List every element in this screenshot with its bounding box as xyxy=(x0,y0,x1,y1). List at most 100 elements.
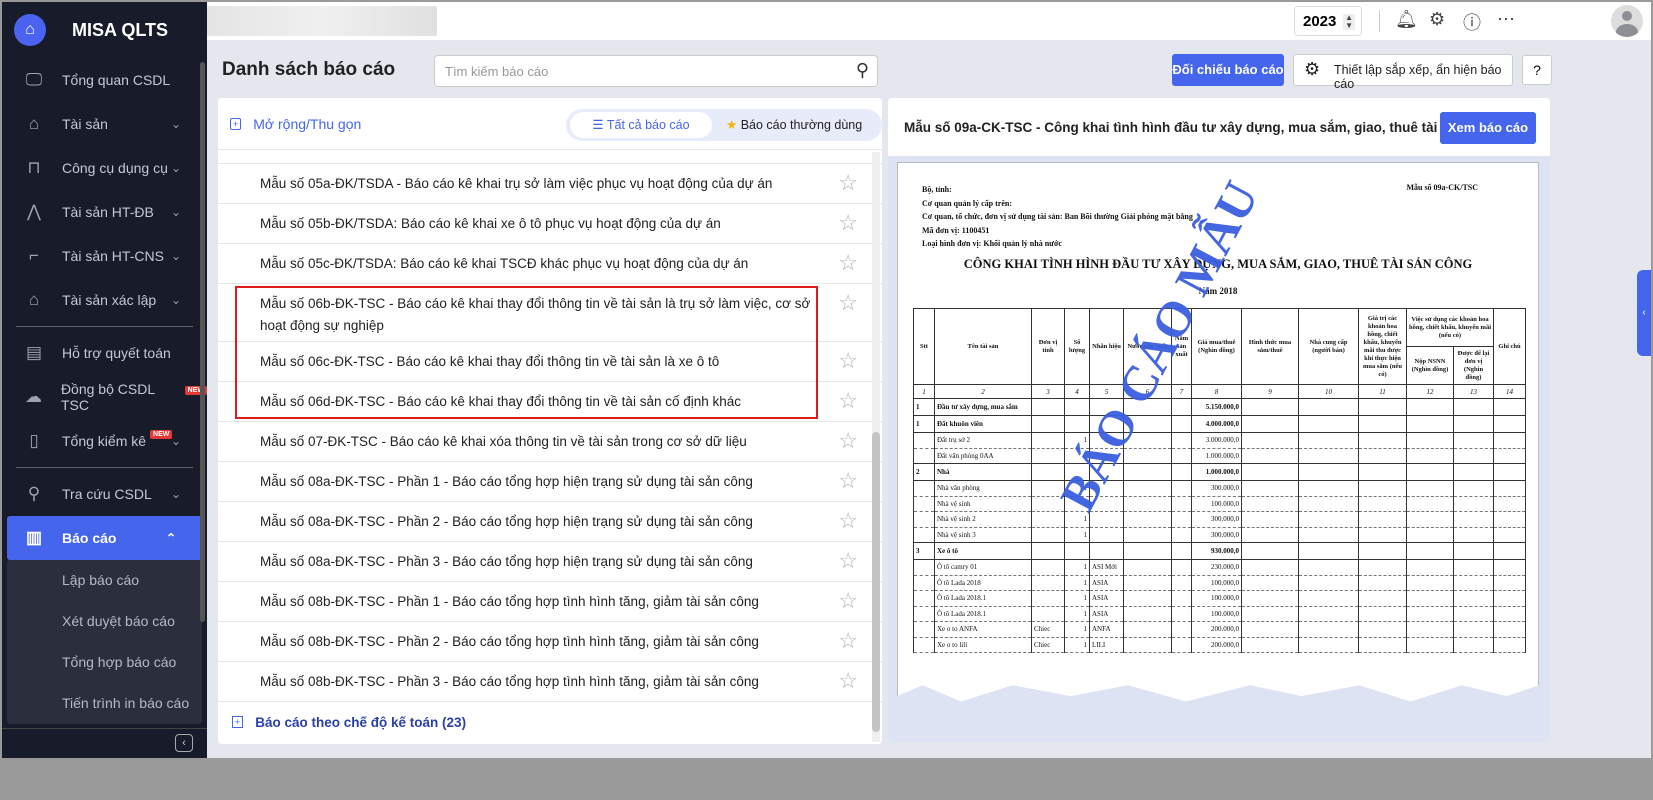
report-list-item[interactable]: Mẫu số 05c-ĐK/TSDA: Báo cáo kê khai TSCĐ… xyxy=(218,244,882,284)
table-row: Xe o to ANFA Chiec 1 ANFA 200.000,0 xyxy=(913,621,1527,638)
submenu-item[interactable]: Tổng hợp báo cáo xyxy=(7,642,202,683)
sidebar-item-tra-cứu-csdl[interactable]: ⚲ Tra cứu CSDL ⌄ xyxy=(2,472,207,516)
gear-icon[interactable]: ⚙ xyxy=(1429,9,1445,30)
tab-favorite-reports[interactable]: ★ Báo cáo thường dùng xyxy=(726,112,862,138)
table-row: Nhà vệ sinh 2 1 300.000,0 xyxy=(913,511,1527,528)
cell-empty xyxy=(1241,636,1299,653)
report-list-item[interactable]: Mẫu số 05b-ĐK/TSDA: Báo cáo kê khai xe ô… xyxy=(218,204,882,244)
star-outline-icon[interactable]: ☆ xyxy=(838,172,858,194)
report-name: Mẫu số 05b-ĐK/TSDA: Báo cáo kê khai xe ô… xyxy=(260,216,721,231)
star-outline-icon[interactable]: ☆ xyxy=(838,670,858,692)
cell-empty xyxy=(1493,621,1527,638)
year-selector[interactable]: 2023 ▲ ▼ xyxy=(1294,6,1362,36)
sidebar-item-báo-cáo[interactable]: ▥ Báo cáo ⌃ xyxy=(7,516,202,560)
submenu-item[interactable]: Xét duyệt báo cáo xyxy=(7,601,202,642)
column-number: 4 xyxy=(1064,384,1090,399)
report-list-item[interactable]: Mẫu số 08a-ĐK-TSC - Phần 3 - Báo cáo tổn… xyxy=(218,542,882,582)
sidebar-item-tổng-quan-csdl[interactable]: 🖵 Tổng quan CSDL xyxy=(2,58,207,102)
cell-stt xyxy=(913,480,935,497)
cell-empty xyxy=(1358,463,1407,481)
collapse-sidebar-button[interactable]: ‹ xyxy=(175,734,193,752)
report-list-item[interactable]: Mẫu số 08b-ĐK-TSC - Phần 2 - Báo cáo tổn… xyxy=(218,622,882,662)
list-scrollbar[interactable] xyxy=(872,152,880,742)
chevron-down-icon[interactable]: ⌄ xyxy=(171,487,181,501)
sidebar-item-tổng-kiểm-kê[interactable]: ▯ Tổng kiểm kê NEW ⌄ xyxy=(2,419,207,463)
report-settings-button[interactable]: ⚙ Thiết lập sắp xếp, ẩn hiện báo cáo xyxy=(1293,54,1513,91)
avatar[interactable] xyxy=(1611,5,1643,37)
chevron-down-icon[interactable]: ⌄ xyxy=(171,249,181,263)
cloud-upload-icon: ☁ xyxy=(24,387,42,406)
star-outline-icon[interactable]: ☆ xyxy=(838,630,858,652)
chevron-down-icon[interactable]: ⌄ xyxy=(171,161,181,175)
star-outline-icon[interactable]: ☆ xyxy=(838,470,858,492)
chevron-down-icon[interactable]: ⌄ xyxy=(171,293,181,307)
report-list-item[interactable]: Mẫu số 08b-ĐK-TSC - Phần 3 - Báo cáo tổn… xyxy=(218,662,882,702)
table-row: Đất trụ sở 2 1 3.000.000,0 xyxy=(913,432,1527,449)
expand-collapse-toggle[interactable]: + Mở rộng/Thu gọn xyxy=(230,116,361,132)
sidebar-item-label: Tổng kiểm kê xyxy=(62,433,147,449)
cell-empty xyxy=(1171,398,1192,416)
bell-icon[interactable]: 🔔︎ xyxy=(1395,9,1418,30)
report-list-item[interactable]: Mẫu số 07-ĐK-TSC - Báo cáo kê khai xóa t… xyxy=(218,422,882,462)
star-outline-icon[interactable]: ☆ xyxy=(838,430,858,452)
column-number: 9 xyxy=(1241,384,1299,399)
star-outline-icon[interactable]: ☆ xyxy=(838,350,858,372)
cell-empty xyxy=(1452,432,1495,449)
search-input[interactable]: Tìm kiếm báo cáo ⚲ xyxy=(434,55,878,87)
cell-empty xyxy=(1493,447,1527,464)
cell-empty xyxy=(1493,542,1527,560)
star-outline-icon[interactable]: ☆ xyxy=(838,550,858,572)
cell-empty xyxy=(1358,605,1407,622)
cell-name: Ô tô Lada 2018.1 xyxy=(934,605,1032,622)
report-name: Mẫu số 05a-ĐK/TSDA - Báo cáo kê khai trụ… xyxy=(260,176,773,191)
view-report-button[interactable]: Xem báo cáo xyxy=(1440,112,1536,144)
search-icon[interactable]: ⚲ xyxy=(856,60,869,81)
sidebar-item-hỗ-trợ-quyết-toán[interactable]: ▤ Hỗ trợ quyết toán xyxy=(2,331,207,375)
submenu-item[interactable]: Tiến trình in báo cáo xyxy=(7,683,202,724)
sidebar: ⌂ MISA QLTS 🖵 Tổng quan CSDL ⌂ Tài sản ⌄ ⊓ Công… xyxy=(2,2,207,758)
cell-stt xyxy=(913,559,935,576)
table-row: Nhà vệ sinh 1 100.000,0 xyxy=(913,495,1527,512)
cell-empty xyxy=(1298,463,1359,481)
sidebar-item-tài-sản-xác-lập[interactable]: ⌂ Tài sản xác lập ⌄ xyxy=(2,278,207,322)
cell-empty xyxy=(1452,605,1495,622)
star-outline-icon[interactable]: ☆ xyxy=(838,510,858,532)
star-outline-icon[interactable]: ☆ xyxy=(838,390,858,412)
cell-name: Xe ô tô xyxy=(934,542,1032,560)
sidebar-scrollbar[interactable] xyxy=(200,62,205,622)
submenu-item[interactable]: Lập báo cáo xyxy=(7,560,202,601)
help-button[interactable]: ? xyxy=(1522,55,1552,85)
report-group-accounting[interactable]: + Báo cáo theo chế độ kế toán (23) xyxy=(218,702,882,742)
app-logo[interactable]: ⌂ MISA QLTS xyxy=(2,2,207,58)
chevron-down-icon[interactable]: ⌄ xyxy=(171,117,181,131)
cell-empty xyxy=(1358,526,1407,543)
cell-qty xyxy=(1064,542,1090,560)
sidebar-item-tài-sản[interactable]: ⌂ Tài sản ⌄ xyxy=(2,102,207,146)
chevron-down-icon[interactable]: ⌄ xyxy=(171,434,181,448)
more-icon[interactable]: ⋯ xyxy=(1497,9,1515,30)
report-list-item[interactable]: Mẫu số 08a-ĐK-TSC - Phần 1 - Báo cáo tổn… xyxy=(218,462,882,502)
meta-line: Cơ quan quản lý cấp trên: xyxy=(922,198,1013,208)
sidebar-item-tài-sản-ht-đb[interactable]: ⋀ Tài sản HT-ĐB ⌄ xyxy=(2,190,207,234)
sidebar-item-công-cụ-dụng-cụ[interactable]: ⊓ Công cụ dụng cụ ⌄ xyxy=(2,146,207,190)
cell-empty xyxy=(1406,590,1454,607)
cell-stt xyxy=(913,605,935,622)
help-icon[interactable]: ⓘ xyxy=(1463,9,1481,35)
sidebar-item-đồng-bộ-csdl-tsc[interactable]: ☁ Đồng bộ CSDL TSC NEW xyxy=(2,375,207,419)
report-list-item[interactable]: Mẫu số 05a-ĐK/TSDA - Báo cáo kê khai trụ… xyxy=(218,164,882,204)
tab-all-reports[interactable]: ☰ Tất cả báo cáo xyxy=(570,112,712,138)
column-number-row: 1 2 3 4 5 6 7 8 9 10 11 12 13 14 xyxy=(913,384,1527,399)
chevron-down-icon[interactable]: ⌄ xyxy=(171,205,181,219)
chevron-up-icon[interactable]: ⌃ xyxy=(166,531,176,545)
compare-report-button[interactable]: Đối chiếu báo cáo xyxy=(1172,54,1284,86)
bar-chart-icon: ▥ xyxy=(25,528,43,547)
cell-empty xyxy=(1171,511,1192,528)
star-outline-icon[interactable]: ☆ xyxy=(838,292,858,314)
star-outline-icon[interactable]: ☆ xyxy=(838,212,858,234)
star-outline-icon[interactable]: ☆ xyxy=(838,590,858,612)
star-outline-icon[interactable]: ☆ xyxy=(838,252,858,274)
report-list-item[interactable]: Mẫu số 08b-ĐK-TSC - Phần 1 - Báo cáo tổn… xyxy=(218,582,882,622)
side-panel-toggle[interactable]: ‹ xyxy=(1637,270,1651,356)
sidebar-item-tài-sản-ht-cns[interactable]: ⌐ Tài sản HT-CNS ⌄ xyxy=(2,234,207,278)
report-list-item[interactable]: Mẫu số 08a-ĐK-TSC - Phần 2 - Báo cáo tổn… xyxy=(218,502,882,542)
